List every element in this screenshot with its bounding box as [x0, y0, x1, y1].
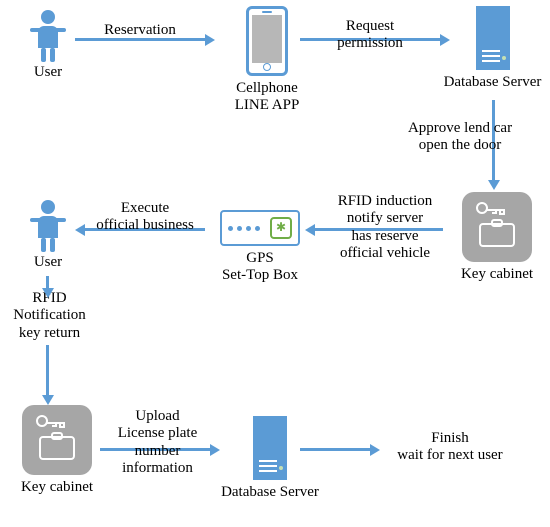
cellphone-label-2: LINE APP	[222, 97, 312, 114]
cellphone-icon	[246, 6, 288, 76]
label-upload: Upload License plate number information	[105, 408, 210, 477]
key-cabinet-label: Key cabinet	[12, 479, 102, 496]
user-icon	[34, 10, 62, 60]
user-label: User	[18, 64, 78, 81]
arrow-rfid-return	[46, 276, 49, 288]
server-icon	[253, 416, 287, 480]
server-icon	[476, 6, 510, 70]
label-request-permission: Request permission	[325, 18, 415, 53]
user-node-2: User	[18, 200, 78, 271]
arrow-rfid-return-2	[46, 345, 49, 395]
user-node-1: User	[18, 10, 78, 81]
gps-label-1: GPS	[210, 250, 310, 267]
database-server-label: Database Server	[215, 484, 325, 501]
database-server-node-2: Database Server	[215, 416, 325, 501]
gps-settop-icon: ✱	[220, 210, 300, 246]
key-cabinet-node-2: Key cabinet	[12, 405, 102, 496]
label-approve: Approve lend car open the door	[390, 120, 530, 155]
label-finish: Finish wait for next user	[375, 430, 525, 465]
database-server-node-1: Database Server	[440, 6, 545, 91]
gps-node: ✱ GPS Set-Top Box	[210, 210, 310, 285]
label-rfid-induction: RFID induction notify server has reserve…	[330, 193, 440, 262]
database-server-label: Database Server	[440, 74, 545, 91]
key-cabinet-node-1: Key cabinet	[452, 192, 542, 283]
key-cabinet-icon	[462, 192, 532, 262]
user-label: User	[18, 254, 78, 271]
cellphone-label-1: Cellphone	[222, 80, 312, 97]
key-cabinet-label: Key cabinet	[452, 266, 542, 283]
user-icon	[34, 200, 62, 250]
key-cabinet-icon	[22, 405, 92, 475]
label-execute: Execute official business	[85, 200, 205, 235]
cellphone-node: Cellphone LINE APP	[222, 6, 312, 115]
arrow-finish	[300, 448, 370, 451]
label-reservation: Reservation	[90, 22, 190, 39]
gps-label-2: Set-Top Box	[210, 267, 310, 284]
